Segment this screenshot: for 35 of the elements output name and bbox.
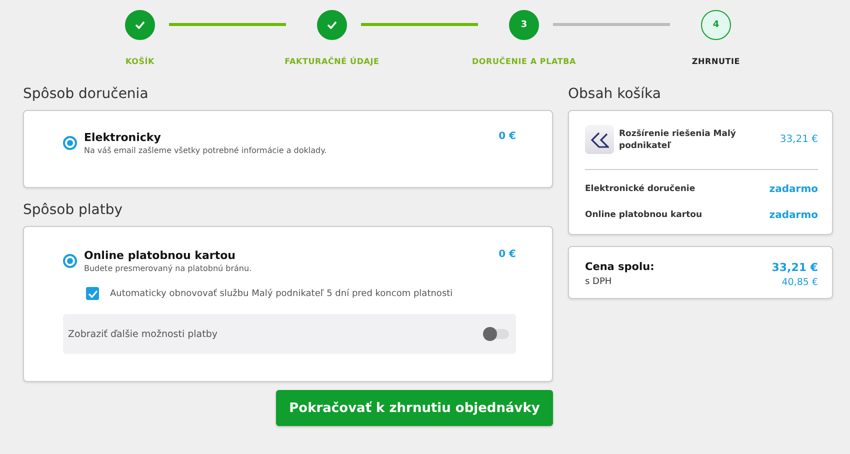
option-price: 0 € (498, 249, 516, 260)
line-label: Online platobnou kartou (585, 210, 702, 220)
radio-button[interactable] (63, 136, 77, 150)
option-price: 0 € (498, 131, 516, 142)
toggle-switch[interactable] (483, 329, 509, 339)
total-label: Cena spolu: (585, 261, 654, 274)
section-heading: Obsah košíka (568, 86, 662, 104)
option-title: Online platobnou kartou (84, 249, 236, 262)
radio-button[interactable] (63, 254, 77, 268)
option-description: Na váš email zašleme všetky potrebné informácie a doklady. (84, 146, 328, 155)
vat-label: s DPH (585, 277, 612, 288)
check-icon (135, 21, 145, 29)
checkbox[interactable] (86, 287, 99, 300)
line-value: zadarmo (769, 184, 818, 194)
option-description: Budete presmerovaný na platobnú bránu. (84, 264, 253, 273)
product-name: Rozšírenie riešenia Malý podnikateľ (619, 128, 737, 152)
line-label: Elektronické doručenie (585, 184, 696, 194)
section-heading: Spôsob platby (23, 202, 124, 220)
step-circle: 3 (509, 10, 539, 40)
step-label: DORUČENIE A PLATBA (472, 57, 576, 66)
vat-value: 40,85 € (782, 277, 818, 288)
step-label: ZHRNUTIE (692, 57, 740, 66)
checkbox-label: Automaticky obnovovať službu Malý podnikateľ 5 dní pred koncom platnosti (110, 288, 453, 298)
toggle-label: Zobraziť ďalšie možnosti platby (68, 328, 218, 340)
section-heading: Spôsob doručenia (23, 86, 150, 104)
step-circle: 4 (701, 10, 731, 40)
product-price: 33,21 € (780, 134, 818, 145)
step-label: KOŠÍK (125, 57, 155, 66)
total-value: 33,21 € (772, 261, 818, 274)
product-logo-icon (585, 125, 614, 154)
option-title: Elektronicky (84, 131, 162, 144)
check-icon (327, 21, 337, 29)
step-label: FAKTURAČNÉ ÚDAJE (284, 57, 380, 66)
line-value: zadarmo (769, 210, 818, 220)
continue-button[interactable]: Pokračovať k zhrnutiu objednávky (276, 390, 553, 426)
